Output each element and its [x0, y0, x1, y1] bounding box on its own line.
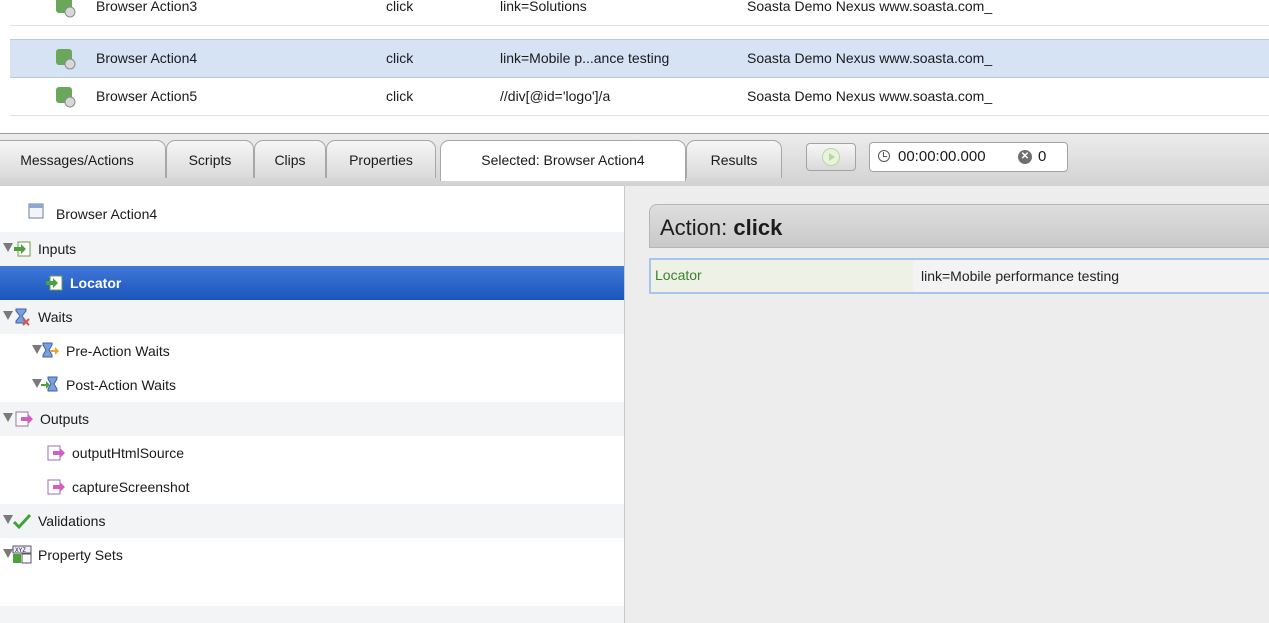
browser-action-icon: [56, 0, 76, 18]
tree-item-post-action-waits[interactable]: Post-Action Waits: [0, 368, 624, 402]
row-name: Browser Action4: [96, 50, 198, 66]
outputs-icon: [47, 479, 65, 495]
svg-text:XYZ: XYZ: [15, 547, 26, 554]
table-row[interactable]: Browser Action5 click //div[@id='logo']/…: [10, 78, 1269, 116]
property-value-cell[interactable]: link=Mobile performance testing: [913, 260, 1269, 292]
tree-label: Validations: [38, 513, 106, 529]
browser-action-icon: [56, 49, 76, 70]
waits-icon: [41, 376, 58, 392]
validation-check-icon: [12, 513, 32, 530]
row-type: click: [386, 50, 414, 66]
tree-item-output-html-source[interactable]: outputHtmlSource: [0, 436, 624, 470]
row-locator: //div[@id='logo']/a: [500, 88, 611, 104]
play-icon: [822, 148, 840, 166]
tree-label: Property Sets: [38, 547, 123, 563]
table-row-selected[interactable]: Browser Action4 click link=Mobile p...an…: [10, 39, 1269, 78]
elapsed-time: 00:00:00.000: [898, 148, 986, 165]
timer-display: 00:00:00.000 ✕ 0: [869, 142, 1068, 172]
inputs-icon: [46, 275, 63, 291]
waits-icon: [42, 342, 59, 358]
tree-empty-row: [0, 606, 624, 623]
inputs-icon: [14, 241, 31, 257]
row-window: Soasta Demo Nexus www.soasta.com_: [747, 0, 993, 14]
property-row-locator[interactable]: Locator link=Mobile performance testing: [649, 258, 1269, 294]
browser-action-icon: [56, 87, 76, 108]
tree-item-waits[interactable]: Waits: [0, 300, 624, 334]
row-window: Soasta Demo Nexus www.soasta.com_: [747, 88, 993, 104]
tab-scripts[interactable]: Scripts: [166, 140, 254, 178]
waits-icon: [15, 308, 30, 326]
tree-label: Inputs: [38, 241, 77, 257]
tree-label: Waits: [38, 309, 73, 325]
row-locator: link=Mobile p...ance testing: [500, 50, 670, 66]
row-locator: link=Solutions: [500, 0, 587, 14]
tree-label: outputHtmlSource: [72, 445, 185, 461]
tree-item-property-sets[interactable]: XYZ Property Sets: [0, 538, 624, 572]
tree-label: Locator: [70, 275, 122, 291]
tab-results[interactable]: Results: [686, 140, 782, 178]
tree-label: Browser Action4: [56, 206, 158, 222]
action-details-panel: Action: click Locator link=Mobile perfor…: [625, 186, 1269, 623]
property-value: link=Mobile performance testing: [921, 268, 1120, 284]
tree-item-validations[interactable]: Validations: [0, 504, 624, 538]
tree-item-capture-screenshot[interactable]: captureScreenshot: [0, 470, 624, 504]
expand-triangle-icon: [3, 413, 13, 422]
error-count: 0: [1038, 148, 1047, 165]
tab-selected-browser-action[interactable]: Selected: Browser Action4: [440, 140, 686, 181]
row-type: click: [386, 0, 414, 14]
row-name: Browser Action5: [96, 88, 198, 104]
action-header: Action: click: [649, 204, 1269, 248]
tree-item-locator[interactable]: Locator: [0, 266, 624, 300]
tree-label: Outputs: [40, 411, 90, 427]
property-name-cell: Locator: [651, 260, 914, 292]
action-title: Action: click: [660, 215, 783, 240]
tab-bar: Messages/Actions Scripts Clips Propertie…: [0, 133, 1269, 187]
action-tree: Browser Action4 Inputs Locator Waits Pre…: [0, 186, 625, 623]
tree-item-inputs[interactable]: Inputs: [0, 232, 624, 266]
outputs-icon: [47, 445, 65, 461]
actions-table: Browser Action3 click link=Solutions Soa…: [0, 0, 1269, 132]
property-name: Locator: [655, 267, 702, 283]
property-sets-icon: XYZ: [12, 545, 32, 564]
tree-label: Pre-Action Waits: [66, 343, 170, 359]
tree-label: Post-Action Waits: [66, 377, 176, 393]
error-icon: ✕: [1018, 150, 1032, 164]
outputs-icon: [15, 411, 33, 427]
clock-icon: [878, 150, 890, 162]
tree-item-browser-action[interactable]: Browser Action4: [0, 200, 624, 234]
browser-action-icon: [28, 203, 44, 219]
tab-properties[interactable]: Properties: [326, 140, 436, 178]
play-button[interactable]: [806, 143, 856, 171]
row-name: Browser Action3: [96, 0, 198, 14]
table-row[interactable]: Browser Action3 click link=Solutions Soa…: [10, 0, 1269, 26]
tab-clips[interactable]: Clips: [254, 140, 326, 178]
tree-label: captureScreenshot: [72, 479, 190, 495]
tree-item-pre-action-waits[interactable]: Pre-Action Waits: [0, 334, 624, 368]
row-window: Soasta Demo Nexus www.soasta.com_: [747, 50, 993, 66]
row-type: click: [386, 88, 414, 104]
tree-item-outputs[interactable]: Outputs: [0, 402, 624, 436]
tab-messages-actions[interactable]: Messages/Actions: [0, 140, 166, 178]
